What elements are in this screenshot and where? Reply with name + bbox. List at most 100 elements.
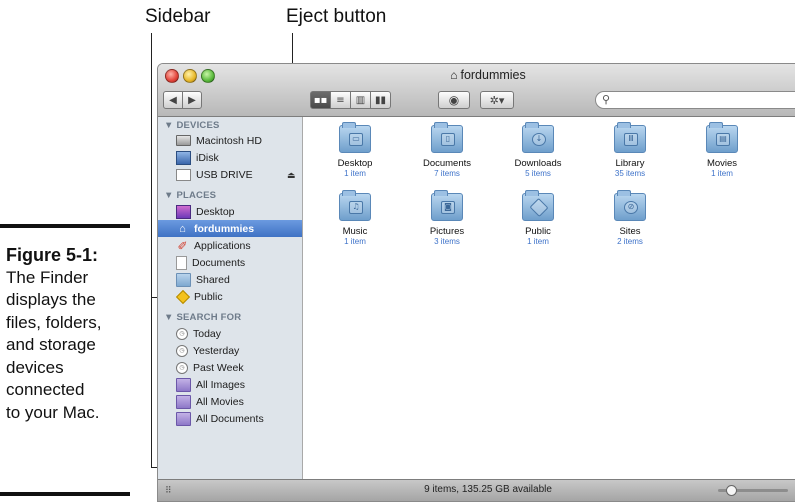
folder-item-count: 7 items xyxy=(434,169,460,178)
folder-item-count: 1 item xyxy=(344,237,366,246)
movies-folder-icon: ▤ xyxy=(706,122,738,153)
sidebar: ▼ DEVICES Macintosh HD iDisk USB DRIVE ⏏… xyxy=(158,117,303,480)
search-field[interactable]: ⚲ xyxy=(595,91,795,109)
forward-arrow-icon: ▶ xyxy=(188,94,196,106)
sidebar-item-macintosh-hd[interactable]: Macintosh HD xyxy=(158,132,302,149)
idisk-icon xyxy=(176,150,191,165)
folder-name: Music xyxy=(342,226,368,237)
sidebar-item-label: fordummies xyxy=(194,222,255,235)
sidebar-item-usb-drive[interactable]: USB DRIVE xyxy=(158,166,302,183)
folder-item-count: 3 items xyxy=(434,237,460,246)
sidebar-item-all-movies[interactable]: All Movies xyxy=(158,393,302,410)
forward-button[interactable]: ▶ xyxy=(182,91,202,109)
folder-name: Pictures xyxy=(429,226,465,237)
folder-item-count: 1 item xyxy=(527,237,549,246)
window-title: ⌂ fordummies xyxy=(158,68,795,82)
desktop-folder-icon: ▭ xyxy=(339,122,371,153)
sidebar-item-label: Today xyxy=(193,327,222,340)
downloads-folder-icon: ↓ xyxy=(522,122,554,153)
column-view-icon: ▥ xyxy=(355,94,366,106)
window-toolbar: ⌂ fordummies ◀ ▶ ▪▪ ≡ ▥ ▮▮ ◉ ✲▾ ⚲ xyxy=(158,64,795,117)
sidebar-item-fordummies[interactable]: ⌂ fordummies xyxy=(158,220,302,237)
devices-heading[interactable]: ▼ DEVICES xyxy=(164,120,220,131)
caption-line: and storage xyxy=(6,335,96,354)
search-input[interactable] xyxy=(616,93,795,107)
folder-item-count: 5 items xyxy=(525,169,551,178)
search-for-heading[interactable]: ▼ SEARCH FOR xyxy=(164,312,241,323)
sidebar-callout-leader xyxy=(151,33,152,468)
sites-folder-icon: ⊘ xyxy=(614,190,646,221)
places-heading[interactable]: ▼ PLACES xyxy=(164,190,216,201)
column-view-button[interactable]: ▥ xyxy=(350,91,371,109)
folder-name: Public xyxy=(525,226,551,237)
sidebar-item-label: Applications xyxy=(194,239,251,252)
sidebar-item-yesterday[interactable]: ◷ Yesterday xyxy=(158,342,302,359)
window-title-text: fordummies xyxy=(460,68,526,82)
folder-item-pictures[interactable]: ◙ Pictures 3 items xyxy=(402,190,492,246)
public-icon xyxy=(175,289,190,304)
sidebar-item-label: USB DRIVE xyxy=(196,168,253,181)
folder-item-music[interactable]: ♫ Music 1 item xyxy=(310,190,400,246)
folder-item-desktop[interactable]: ▭ Desktop 1 item xyxy=(310,122,400,178)
list-view-button[interactable]: ≡ xyxy=(330,91,351,109)
folder-item-library[interactable]: Ⅲ Library 35 items xyxy=(585,122,675,178)
caption-line: displays the xyxy=(6,290,96,309)
caption-line: connected xyxy=(6,380,85,399)
quick-look-button[interactable]: ◉ xyxy=(438,91,470,109)
sidebar-item-label: Documents xyxy=(192,256,246,269)
cover-flow-view-button[interactable]: ▮▮ xyxy=(370,91,391,109)
caption-bottom-rule xyxy=(0,492,130,496)
icon-view-button[interactable]: ▪▪ xyxy=(310,91,331,109)
folder-icon xyxy=(176,272,191,287)
clock-icon: ◷ xyxy=(176,344,188,357)
home-icon: ⌂ xyxy=(450,68,458,82)
figure-number: Figure 5-1: xyxy=(6,245,99,265)
folder-item-count: 1 item xyxy=(711,169,733,178)
sidebar-item-documents[interactable]: Documents xyxy=(158,254,302,271)
applications-icon: ✐ xyxy=(177,238,188,253)
sidebar-item-idisk[interactable]: iDisk xyxy=(158,149,302,166)
slider-knob[interactable] xyxy=(726,485,737,496)
music-folder-icon: ♫ xyxy=(339,190,371,221)
caption-line: files, folders, xyxy=(6,312,102,332)
pictures-folder-icon: ◙ xyxy=(431,190,463,221)
folder-contents: ▭ Desktop 1 item ▯ Documents 7 items ↓ D… xyxy=(303,117,795,480)
sidebar-item-all-images[interactable]: All Images xyxy=(158,376,302,393)
sidebar-item-past-week[interactable]: ◷ Past Week xyxy=(158,359,302,376)
document-icon xyxy=(176,255,187,270)
caption-line: The Finder xyxy=(6,267,89,287)
eject-icon[interactable]: ⏏ xyxy=(287,170,296,181)
sidebar-item-today[interactable]: ◷ Today xyxy=(158,325,302,342)
folder-item-sites[interactable]: ⊘ Sites 2 items xyxy=(585,190,675,246)
folder-item-count: 2 items xyxy=(617,237,643,246)
smart-folder-icon xyxy=(176,411,191,426)
icon-size-slider[interactable] xyxy=(718,485,788,496)
folder-item-downloads[interactable]: ↓ Downloads 5 items xyxy=(493,122,583,178)
sidebar-item-public[interactable]: Public xyxy=(158,288,302,305)
sidebar-item-label: All Images xyxy=(196,378,246,391)
library-folder-icon: Ⅲ xyxy=(614,122,646,153)
desktop-icon xyxy=(176,204,191,219)
back-arrow-icon: ◀ xyxy=(169,94,177,106)
sidebar-item-label: Public xyxy=(194,290,223,303)
folder-item-movies[interactable]: ▤ Movies 1 item xyxy=(677,122,767,178)
folder-name: Documents xyxy=(422,158,472,169)
sidebar-item-desktop[interactable]: Desktop xyxy=(158,203,302,220)
folder-name: Movies xyxy=(706,158,738,169)
home-icon: ⌂ xyxy=(179,222,186,235)
sidebar-item-applications[interactable]: ✐ Applications xyxy=(158,237,302,254)
finder-window: ⌂ fordummies ◀ ▶ ▪▪ ≡ ▥ ▮▮ ◉ ✲▾ ⚲ ▼ DEVIC… xyxy=(157,63,795,502)
sidebar-item-label: Macintosh HD xyxy=(196,134,262,147)
action-menu-button[interactable]: ✲▾ xyxy=(480,91,514,109)
sidebar-item-all-documents[interactable]: All Documents xyxy=(158,410,302,427)
clock-icon: ◷ xyxy=(176,361,188,374)
folder-item-documents[interactable]: ▯ Documents 7 items xyxy=(402,122,492,178)
caption-line: devices xyxy=(6,357,64,377)
smart-folder-icon xyxy=(176,394,191,409)
caption-top-rule xyxy=(0,224,130,228)
folder-item-public[interactable]: Public 1 item xyxy=(493,190,583,246)
back-button[interactable]: ◀ xyxy=(163,91,183,109)
folder-name: Sites xyxy=(619,226,641,237)
sidebar-item-shared[interactable]: Shared xyxy=(158,271,302,288)
list-view-icon: ≡ xyxy=(336,94,345,106)
